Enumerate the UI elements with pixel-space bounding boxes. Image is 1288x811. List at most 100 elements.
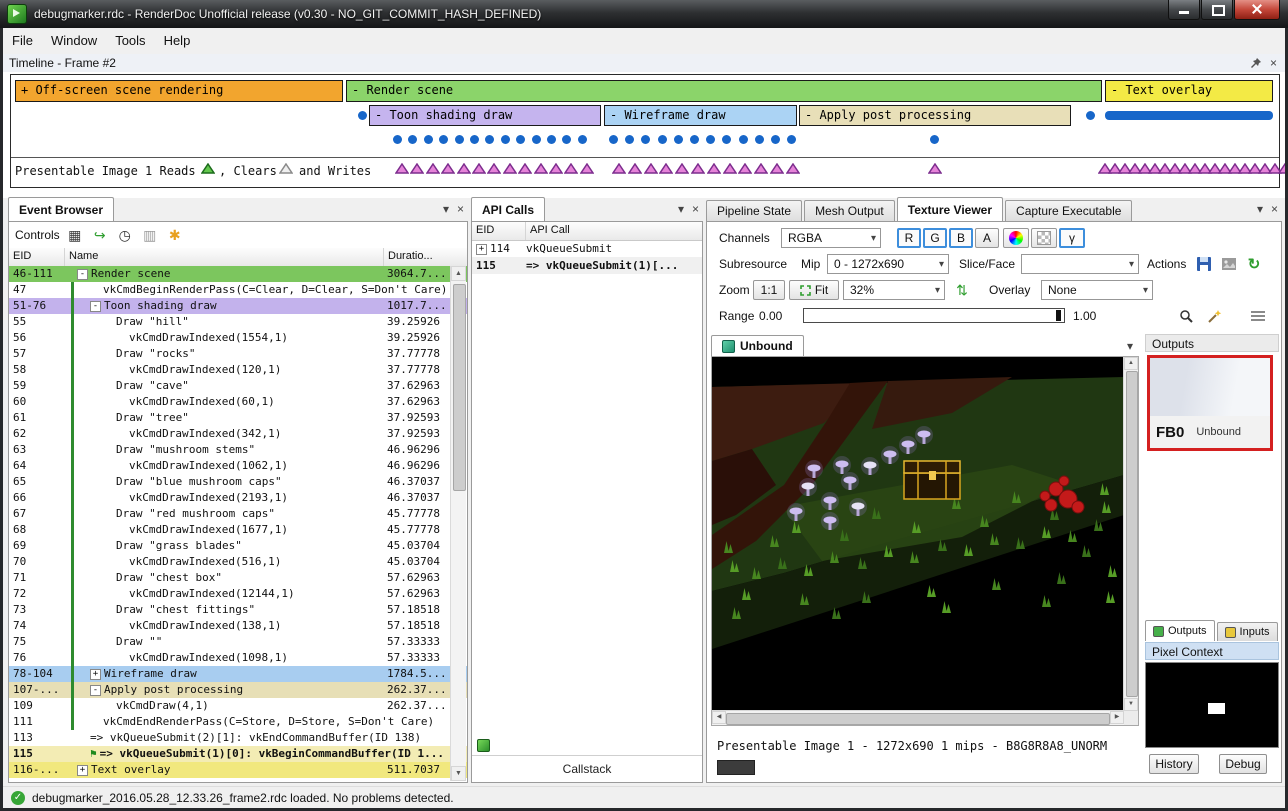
timeline-event-dot[interactable]	[408, 135, 417, 144]
write-usage-marker[interactable]	[928, 163, 942, 174]
timeline-block-toon-shading-draw[interactable]: - Toon shading draw	[369, 105, 601, 126]
tab-capture-executable[interactable]: Capture Executable	[1005, 200, 1132, 221]
save-texture-button[interactable]	[1193, 254, 1215, 274]
timeline-block-offscreen-scene-rendering[interactable]: + Off-screen scene rendering	[15, 80, 343, 102]
event-row[interactable]: 66vkCmdDrawIndexed(2193,1)46.37037	[9, 490, 467, 506]
timeline-event-dot[interactable]	[722, 135, 731, 144]
event-row[interactable]: 111vkCmdEndRenderPass(C=Store, D=Store, …	[9, 714, 467, 730]
event-browser-menu-icon[interactable]: ▾	[443, 202, 449, 216]
event-row[interactable]: 71Draw "chest box"57.62963	[9, 570, 467, 586]
texture-list-dropdown-icon[interactable]: ▾	[1127, 339, 1133, 353]
outputs-header[interactable]: Outputs	[1145, 334, 1279, 352]
tab-inputs[interactable]: Inputs	[1217, 622, 1278, 641]
scroll-right-icon[interactable]: ▶	[1110, 711, 1124, 724]
timeline-event-dot[interactable]	[1086, 111, 1095, 120]
fb0-thumbnail[interactable]: FB0 Unbound	[1147, 355, 1273, 451]
timeline-event-dot[interactable]	[658, 135, 667, 144]
custom-shader-button[interactable]	[1003, 228, 1029, 248]
expand-icon[interactable]: +	[90, 669, 101, 680]
event-row[interactable]: 61Draw "tree"37.92593	[9, 410, 467, 426]
event-row[interactable]: 107-...-Apply post processing262.37...	[9, 682, 467, 698]
scrollbar-thumb[interactable]	[453, 284, 466, 491]
close-button[interactable]	[1234, 0, 1280, 20]
event-row[interactable]: 64vkCmdDrawIndexed(1062,1)46.96296	[9, 458, 467, 474]
timeline-icon[interactable]: ▦	[65, 227, 85, 244]
range-handle[interactable]	[1056, 310, 1061, 321]
timeline-canvas[interactable]: + Off-screen scene rendering- Render sce…	[10, 74, 1280, 188]
tab-outputs[interactable]: Outputs	[1145, 620, 1215, 641]
write-usage-marker[interactable]	[395, 163, 409, 174]
range-min-value[interactable]: 0.00	[759, 306, 782, 326]
write-usage-marker[interactable]	[426, 163, 440, 174]
event-row[interactable]: 74vkCmdDrawIndexed(138,1)57.18518	[9, 618, 467, 634]
write-usage-marker[interactable]	[534, 163, 548, 174]
api-call-row[interactable]: +114vkQueueSubmit	[472, 240, 702, 257]
event-row[interactable]: 72vkCmdDrawIndexed(12144,1)57.62963	[9, 586, 467, 602]
event-row[interactable]: 57Draw "rocks"37.77778	[9, 346, 467, 362]
timeline-close-icon[interactable]: ×	[1270, 56, 1277, 70]
event-row[interactable]: 78-104+Wireframe draw1784.5...	[9, 666, 467, 682]
stats-icon[interactable]: ▥	[140, 227, 160, 244]
expand-icon[interactable]: +	[77, 765, 88, 776]
timeline-overlay-events-bar[interactable]	[1105, 111, 1273, 120]
timeline-event-dot[interactable]	[578, 135, 587, 144]
write-usage-marker[interactable]	[564, 163, 578, 174]
timeline-event-dot[interactable]	[439, 135, 448, 144]
right-panel-close-icon[interactable]: ×	[1271, 202, 1278, 216]
collapse-icon[interactable]: -	[90, 685, 101, 696]
minimize-button[interactable]	[1168, 0, 1200, 20]
event-row[interactable]: 75Draw ""57.33333	[9, 634, 467, 650]
write-usage-marker[interactable]	[754, 163, 768, 174]
channel-b-button[interactable]: B	[949, 228, 973, 248]
event-row[interactable]: 56vkCmdDrawIndexed(1554,1)39.25926	[9, 330, 467, 346]
column-name[interactable]: Name	[65, 248, 384, 266]
tab-pipeline-state[interactable]: Pipeline State	[706, 200, 802, 221]
event-row[interactable]: 116-...+Text overlay511.7037	[9, 762, 467, 778]
collapse-icon[interactable]: -	[77, 269, 88, 280]
scroll-up-icon[interactable]: ▲	[451, 266, 466, 281]
event-row[interactable]: 62vkCmdDrawIndexed(342,1)37.92593	[9, 426, 467, 442]
timeline-block-wireframe-draw[interactable]: - Wireframe draw	[604, 105, 797, 126]
write-usage-marker[interactable]	[518, 163, 532, 174]
write-usage-marker[interactable]	[659, 163, 673, 174]
event-row[interactable]: 58vkCmdDrawIndexed(120,1)37.77778	[9, 362, 467, 378]
zoom-range-button[interactable]	[1175, 306, 1197, 326]
timeline-event-dot[interactable]	[690, 135, 699, 144]
flip-y-button[interactable]: ⇅	[951, 280, 973, 300]
time-draws-icon[interactable]: ◷	[115, 227, 135, 244]
column-api-call[interactable]: API Call	[526, 222, 702, 240]
timeline-event-dot[interactable]	[393, 135, 402, 144]
tab-api-calls[interactable]: API Calls	[471, 197, 545, 221]
tab-event-browser[interactable]: Event Browser	[8, 197, 114, 221]
event-row[interactable]: 65Draw "blue mushroom caps"46.37037	[9, 474, 467, 490]
zoom-1to1-button[interactable]: 1:1	[753, 280, 785, 300]
channel-g-button[interactable]: G	[923, 228, 947, 248]
maximize-button[interactable]	[1201, 0, 1233, 20]
timeline-event-dot[interactable]	[625, 135, 634, 144]
channels-combo[interactable]: RGBA ▾	[781, 228, 881, 248]
event-row[interactable]: 67Draw "red mushroom caps"45.77778	[9, 506, 467, 522]
texture-vscrollbar[interactable]: ▲ ▼	[1123, 357, 1138, 711]
event-row[interactable]: 47vkCmdBeginRenderPass(C=Clear, D=Clear,…	[9, 282, 467, 298]
right-panel-menu-icon[interactable]: ▾	[1257, 202, 1263, 216]
jump-eid-icon[interactable]: ↪	[90, 227, 110, 244]
write-usage-marker[interactable]	[457, 163, 471, 174]
timeline-event-dot[interactable]	[609, 135, 618, 144]
history-button[interactable]: History	[1149, 754, 1199, 774]
event-row[interactable]: 63Draw "mushroom stems"46.96296	[9, 442, 467, 458]
refresh-button[interactable]: ↻	[1243, 254, 1265, 274]
timeline-event-dot[interactable]	[455, 135, 464, 144]
scroll-down-icon[interactable]: ▼	[451, 766, 466, 781]
bookmark-icon[interactable]: ✱	[165, 227, 185, 244]
timeline-event-dot[interactable]	[562, 135, 571, 144]
mip-combo[interactable]: 0 - 1272x690 ▾	[827, 254, 949, 274]
timeline-event-dot[interactable]	[485, 135, 494, 144]
event-row[interactable]: 69Draw "grass blades"45.03704	[9, 538, 467, 554]
write-usage-marker[interactable]	[786, 163, 800, 174]
event-row[interactable]: 59Draw "cave"37.62963	[9, 378, 467, 394]
channel-r-button[interactable]: R	[897, 228, 921, 248]
gamma-button[interactable]: γ	[1059, 228, 1085, 248]
pixel-context-header[interactable]: Pixel Context	[1145, 642, 1279, 660]
write-usage-marker[interactable]	[472, 163, 486, 174]
api-call-row[interactable]: 115=> vkQueueSubmit(1)[...	[472, 257, 702, 274]
